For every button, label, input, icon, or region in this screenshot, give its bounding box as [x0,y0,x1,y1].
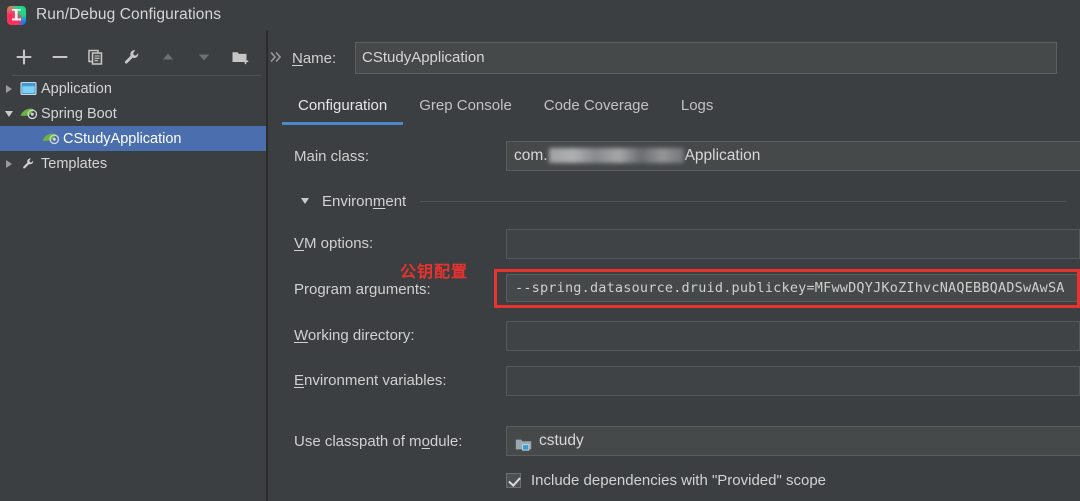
new-folder-icon[interactable] [230,47,250,67]
spring-boot-leaf-icon [40,130,61,148]
vm-options-label: VM options: [294,235,524,252]
configurations-toolbar [0,40,266,74]
working-directory-row: Working directory: [294,320,524,350]
working-directory-label: Working directory: [294,327,524,344]
environment-variables-label: Environment variables: [294,372,524,389]
module-combobox[interactable]: cstudy [506,426,1080,456]
environment-variables-input[interactable] [506,366,1080,396]
wrench-icon [18,155,39,173]
configuration-tabs: Configuration Grep Console Code Coverage… [282,92,729,124]
environment-section-label: Environment [322,193,406,210]
tab-code-coverage[interactable]: Code Coverage [528,92,665,122]
program-arguments-input[interactable]: --spring.datasource.druid.publickey=MFww… [506,274,1080,302]
section-separator-line [420,201,1066,202]
tab-configuration[interactable]: Configuration [282,92,403,122]
tree-node-cstudyapplication[interactable]: CStudyApplication [0,126,266,151]
environment-variables-row: Environment variables: [294,365,524,395]
collapse-arrow-icon[interactable] [0,101,18,126]
application-window-icon [18,80,39,98]
main-class-suffix: Application [685,147,761,164]
tree-node-templates[interactable]: Templates [0,151,266,176]
program-arguments-label: Program arguments: [294,281,524,298]
redacted-package-blur [549,148,684,163]
include-provided-scope-row[interactable]: Include dependencies with "Provided" sco… [506,467,826,493]
arrow-up-icon[interactable] [158,47,178,67]
main-class-value[interactable]: com. Application [506,141,1080,171]
include-provided-label: Include dependencies with "Provided" sco… [531,472,826,489]
main-class-row: Main class: [294,141,524,171]
include-provided-checkbox[interactable] [506,473,521,488]
tree-node-label: Spring Boot [39,106,117,122]
configurations-tree: Application Spring Boot [0,76,266,176]
collapse-arrow-icon[interactable] [296,189,314,214]
annotation-note-text: 公钥配置 [400,258,468,282]
tree-node-label: CStudyApplication [61,131,182,147]
environment-section-header[interactable]: Environment [296,190,1066,212]
dialog-title: Run/Debug Configurations [36,6,221,24]
tree-node-label: Application [39,81,112,97]
main-class-label: Main class: [294,148,524,165]
tab-logs[interactable]: Logs [665,92,730,122]
wrench-icon[interactable] [122,47,142,67]
vm-options-input[interactable] [506,229,1080,259]
tab-grep-console[interactable]: Grep Console [403,92,528,122]
name-input[interactable]: CStudyApplication [355,42,1057,74]
module-folder-icon [515,434,532,449]
module-row: Use classpath of module: [294,426,524,456]
vm-options-row: VM options: [294,228,524,258]
configurations-panel: Application Spring Boot [0,30,266,501]
name-label: Name: [292,50,336,67]
module-value: cstudy [539,427,584,455]
spring-boot-leaf-icon [18,105,39,123]
arrow-down-icon[interactable] [194,47,214,67]
run-debug-configurations-dialog: Run/Debug Configurations [0,0,1080,501]
module-label: Use classpath of module: [294,433,524,450]
tree-node-application[interactable]: Application [0,76,266,101]
tree-node-label: Templates [39,156,107,172]
main-class-prefix: com. [514,147,548,164]
expand-arrow-icon[interactable] [0,151,18,176]
working-directory-input[interactable] [506,321,1080,351]
tree-node-spring-boot[interactable]: Spring Boot [0,101,266,126]
copy-configuration-button[interactable] [86,47,106,67]
dialog-titlebar: Run/Debug Configurations [0,0,1080,30]
expand-arrow-icon[interactable] [0,76,18,101]
remove-configuration-button[interactable] [50,47,70,67]
intellij-idea-logo-icon [7,6,26,25]
add-configuration-button[interactable] [14,47,34,67]
